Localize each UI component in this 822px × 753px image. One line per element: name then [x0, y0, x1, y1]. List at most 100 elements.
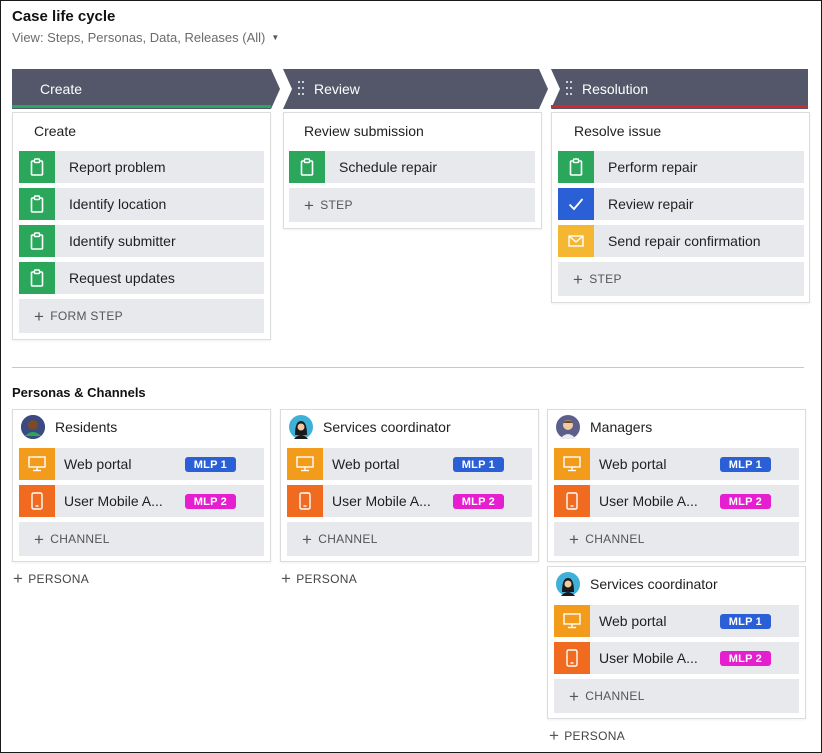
channel-label: User Mobile A... [332, 493, 431, 509]
channel-user-mobile-app[interactable]: User Mobile A... MLP 2 [554, 485, 799, 517]
add-channel-button[interactable]: + CHANNEL [554, 522, 799, 556]
persona-header[interactable]: Residents [21, 415, 117, 439]
section-divider [12, 367, 804, 368]
drag-handle-icon[interactable] [298, 81, 306, 97]
add-channel-button[interactable]: + CHANNEL [287, 522, 532, 556]
channel-label: Web portal [599, 613, 667, 629]
release-badge: MLP 1 [719, 614, 771, 629]
persona-avatar-icon [21, 415, 45, 439]
persona-card-managers: Managers Web portal MLP 1 User Mobile A.… [547, 409, 806, 562]
add-persona-label: PERSONA [564, 728, 626, 743]
plus-icon: + [302, 529, 313, 549]
channel-user-mobile-app[interactable]: User Mobile A... MLP 2 [287, 485, 532, 517]
persona-card-residents: Residents Web portal MLP 1 User Mobile A… [12, 409, 271, 562]
mobile-phone-icon [19, 485, 55, 517]
channel-user-mobile-app[interactable]: User Mobile A... MLP 2 [554, 642, 799, 674]
plus-icon: + [573, 269, 584, 289]
plus-icon: + [281, 569, 292, 588]
channel-web-portal[interactable]: Web portal MLP 1 [19, 448, 264, 480]
step-identify-submitter[interactable]: Identify submitter [19, 225, 264, 257]
release-badge: MLP 2 [184, 494, 236, 509]
channel-label: User Mobile A... [599, 650, 698, 666]
channel-label: User Mobile A... [599, 493, 698, 509]
release-badge: MLP 2 [719, 494, 771, 509]
channel-label: Web portal [332, 456, 400, 472]
persona-name: Residents [55, 419, 118, 435]
add-step-label: STEP [320, 198, 353, 212]
step-label: Perform repair [608, 159, 698, 175]
caret-down-icon: ▼ [271, 33, 280, 42]
release-badge: MLP 1 [452, 457, 504, 472]
persona-header[interactable]: Services coordinator [289, 415, 451, 439]
add-form-step-button[interactable]: + FORM STEP [19, 299, 264, 333]
step-label: Identify submitter [69, 233, 176, 249]
add-channel-button[interactable]: + CHANNEL [554, 679, 799, 713]
release-badge: MLP 2 [452, 494, 504, 509]
channel-user-mobile-app[interactable]: User Mobile A... MLP 2 [19, 485, 264, 517]
add-channel-label: CHANNEL [50, 532, 110, 546]
add-persona-label: PERSONA [28, 571, 90, 586]
add-step-button[interactable]: + STEP [289, 188, 535, 222]
add-step-button[interactable]: + STEP [558, 262, 804, 296]
checkmark-icon [558, 188, 594, 220]
stage-resolution-card: Resolve issue Perform repair Review repa… [551, 112, 810, 303]
stage-review-card: Review submission Schedule repair + STEP [283, 112, 542, 229]
channel-web-portal[interactable]: Web portal MLP 1 [287, 448, 532, 480]
add-persona-button[interactable]: + PERSONA [549, 727, 625, 744]
clipboard-icon [558, 151, 594, 183]
mobile-phone-icon [554, 485, 590, 517]
step-review-repair[interactable]: Review repair [558, 188, 804, 220]
stage-create-status-bar [12, 105, 271, 108]
persona-avatar-icon [289, 415, 313, 439]
step-label: Send repair confirmation [608, 233, 761, 249]
channel-label: Web portal [599, 456, 667, 472]
stage-create-label: Create [40, 81, 83, 97]
step-label: Request updates [69, 270, 175, 286]
stage-resolution-header[interactable]: Resolution [551, 69, 808, 109]
plus-icon: + [549, 726, 560, 745]
plus-icon: + [13, 569, 24, 588]
stage-resolution-label: Resolution [582, 81, 649, 97]
stage-create-header[interactable]: Create [12, 69, 280, 109]
monitor-icon [554, 605, 590, 637]
release-badge: MLP 2 [719, 651, 771, 666]
persona-name: Services coordinator [323, 419, 451, 435]
process-title[interactable]: Create [34, 123, 76, 139]
stage-review-header[interactable]: Review [283, 69, 548, 109]
view-selector-label: View: Steps, Personas, Data, Releases (A… [12, 30, 266, 45]
persona-card-services-coordinator: Services coordinator Web portal MLP 1 Us… [547, 566, 806, 719]
process-title[interactable]: Resolve issue [574, 123, 661, 139]
plus-icon: + [34, 306, 45, 326]
monitor-icon [554, 448, 590, 480]
step-label: Identify location [69, 196, 167, 212]
plus-icon: + [569, 529, 580, 549]
add-persona-button[interactable]: + PERSONA [281, 570, 357, 587]
step-send-repair-confirmation[interactable]: Send repair confirmation [558, 225, 804, 257]
clipboard-icon [19, 151, 55, 183]
channel-web-portal[interactable]: Web portal MLP 1 [554, 448, 799, 480]
step-perform-repair[interactable]: Perform repair [558, 151, 804, 183]
plus-icon: + [34, 529, 45, 549]
process-title[interactable]: Review submission [304, 123, 424, 139]
add-form-step-label: FORM STEP [50, 309, 123, 323]
add-channel-label: CHANNEL [318, 532, 378, 546]
monitor-icon [287, 448, 323, 480]
persona-name: Services coordinator [590, 576, 718, 592]
add-persona-label: PERSONA [296, 571, 358, 586]
release-badge: MLP 1 [719, 457, 771, 472]
plus-icon: + [569, 686, 580, 706]
view-selector[interactable]: View: Steps, Personas, Data, Releases (A… [12, 30, 279, 45]
step-report-problem[interactable]: Report problem [19, 151, 264, 183]
persona-header[interactable]: Managers [556, 415, 652, 439]
mobile-phone-icon [287, 485, 323, 517]
channel-web-portal[interactable]: Web portal MLP 1 [554, 605, 799, 637]
step-identify-location[interactable]: Identify location [19, 188, 264, 220]
channel-label: User Mobile A... [64, 493, 163, 509]
step-request-updates[interactable]: Request updates [19, 262, 264, 294]
drag-handle-icon[interactable] [566, 81, 574, 97]
stage-resolution-status-bar [551, 105, 808, 108]
add-persona-button[interactable]: + PERSONA [13, 570, 89, 587]
add-channel-button[interactable]: + CHANNEL [19, 522, 264, 556]
persona-header[interactable]: Services coordinator [556, 572, 718, 596]
step-schedule-repair[interactable]: Schedule repair [289, 151, 535, 183]
